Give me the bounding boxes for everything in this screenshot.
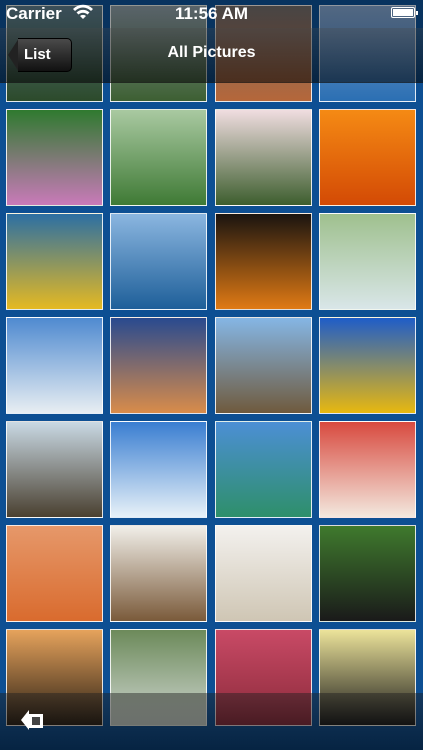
palm-tree-sunset-thumbnail[interactable] bbox=[110, 317, 207, 414]
sky-clouds-thumbnail[interactable] bbox=[110, 421, 207, 518]
pink-flowers-thumbnail[interactable] bbox=[6, 109, 103, 206]
sea-turtle-thumbnail[interactable] bbox=[6, 213, 103, 310]
toucan-thumbnail[interactable] bbox=[319, 525, 416, 622]
navigation-bar: List All Pictures bbox=[0, 28, 423, 83]
white-lilies-thumbnail[interactable] bbox=[215, 109, 312, 206]
window-cats-thumbnail[interactable] bbox=[6, 421, 103, 518]
sunflower-thumbnail[interactable] bbox=[319, 317, 416, 414]
beach-horizon-thumbnail[interactable] bbox=[215, 421, 312, 518]
tokyo-tower-thumbnail[interactable] bbox=[215, 213, 312, 310]
seashell-thumbnail[interactable] bbox=[215, 525, 312, 622]
bottom-toolbar bbox=[0, 693, 423, 750]
photo-grid bbox=[0, 0, 423, 750]
clock: 11:56 AM bbox=[174, 4, 249, 23]
slideshow-icon[interactable] bbox=[18, 705, 48, 735]
orange-flowers-thumbnail[interactable] bbox=[319, 109, 416, 206]
forest-path-thumbnail[interactable] bbox=[110, 109, 207, 206]
page-title: All Pictures bbox=[167, 44, 256, 61]
whale-tail-thumbnail[interactable] bbox=[110, 213, 207, 310]
cloudy-mountains-thumbnail[interactable] bbox=[6, 317, 103, 414]
status-bar: Carrier 11:56 AM bbox=[0, 0, 423, 28]
smooth-rock-thumbnail[interactable] bbox=[110, 525, 207, 622]
railway-tracks-thumbnail[interactable] bbox=[215, 317, 312, 414]
waterfall-stream-thumbnail[interactable] bbox=[319, 213, 416, 310]
birthday-cake-thumbnail[interactable] bbox=[319, 421, 416, 518]
battery-icon bbox=[391, 7, 418, 18]
desert-oryx-thumbnail[interactable] bbox=[6, 525, 103, 622]
